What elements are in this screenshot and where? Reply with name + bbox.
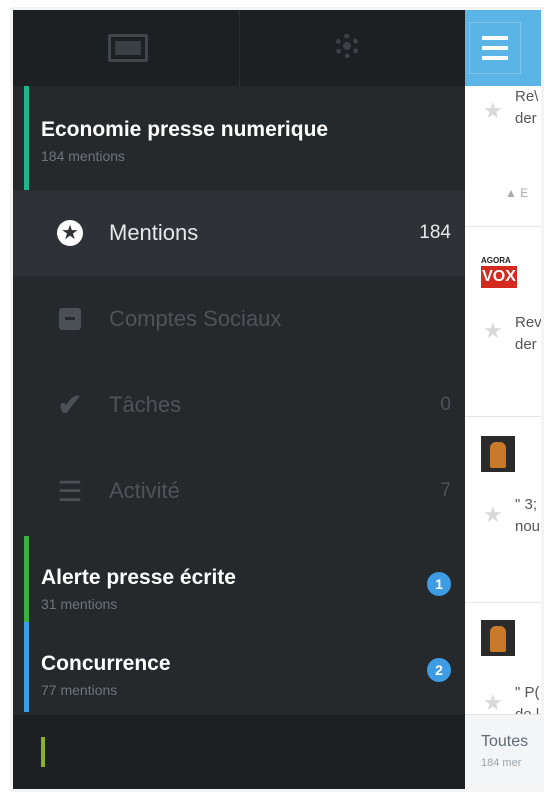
feed-item-text: Re\ — [515, 88, 539, 105]
nav-item-label: Tâches — [109, 392, 182, 417]
list-icon: ☰ — [57, 475, 83, 507]
menu-toggle-button[interactable] — [469, 22, 521, 74]
source-logo: AGORA VOX — [481, 256, 517, 290]
feed-item-text: " 3; — [515, 496, 538, 513]
feed-item-text: " P( — [515, 684, 540, 701]
feed-item-text: Rev — [515, 314, 542, 331]
footer-count: 184 mer — [481, 757, 522, 769]
checkmark-icon: ✔ — [57, 388, 83, 422]
group-mention-count: 77 mentions — [41, 682, 118, 698]
unread-badge: 2 — [427, 658, 451, 682]
star-circle-icon: ★ — [53, 216, 87, 250]
nav-item-mentions[interactable]: ★ Mentions 184 — [13, 190, 465, 276]
unread-badge: 1 — [427, 572, 451, 596]
star-icon[interactable]: ★ — [483, 318, 503, 344]
monitor-icon — [108, 34, 148, 62]
feed-item-text: nou — [515, 518, 541, 535]
group-accent-bar — [41, 737, 45, 767]
top-bar — [465, 10, 541, 86]
nav-item-count: 0 — [440, 394, 451, 415]
drawer-bottom-group[interactable] — [13, 715, 465, 789]
app-frame: Economie presse numerique 184 mentions ★… — [10, 7, 544, 792]
source-avatar — [481, 436, 515, 472]
group-title: Concurrence — [41, 652, 171, 675]
footer-title: Toutes — [481, 733, 529, 750]
star-icon[interactable]: ★ — [483, 98, 503, 124]
group-economie-presse[interactable]: Economie presse numerique 184 mentions — [13, 86, 465, 190]
feed-item-text: der — [515, 110, 537, 127]
group-alerte-presse[interactable]: Alerte presse écrite 31 mentions 1 — [13, 536, 465, 622]
logo-top-text: AGORA — [481, 256, 511, 265]
star-icon[interactable]: ★ — [483, 690, 503, 716]
feed-item[interactable]: ★ " 3; nou — [465, 416, 541, 603]
nav-item-activite[interactable]: ☰ Activité 7 — [13, 448, 465, 534]
feed-item[interactable]: ★ Re\ der ▲ E — [465, 86, 541, 227]
nav-item-comptes-sociaux[interactable]: Comptes Sociaux — [13, 276, 465, 362]
group-accent-bar — [24, 622, 29, 712]
logo-bottom-text: VOX — [481, 266, 517, 288]
group-concurrence[interactable]: Concurrence 77 mentions 2 — [13, 622, 465, 712]
group-accent-bar — [24, 86, 29, 190]
archive-box-icon — [53, 302, 87, 336]
feed-item[interactable]: ★ " P( de l — [465, 602, 541, 723]
mentions-feed: ★ Re\ der ▲ E AGORA VOX ★ Rev der ★ " 3;… — [465, 10, 542, 789]
gear-icon — [334, 34, 359, 58]
dashboard-tab[interactable] — [13, 10, 239, 86]
group-title: Economie presse numerique — [41, 118, 329, 141]
side-drawer: Economie presse numerique 184 mentions ★… — [13, 10, 465, 789]
group-accent-bar — [24, 536, 29, 622]
source-avatar — [481, 620, 515, 656]
nav-item-label: Activité — [109, 478, 180, 503]
group-title: Alerte presse écrite — [41, 566, 236, 589]
nav-item-count: 7 — [440, 480, 451, 501]
group-mention-count: 31 mentions — [41, 596, 118, 612]
feed-item[interactable]: AGORA VOX ★ Rev der — [465, 226, 542, 417]
group-mention-count: 184 mentions — [41, 148, 126, 164]
expand-caret[interactable]: ▲ E — [505, 186, 528, 200]
nav-item-label: Mentions — [109, 220, 199, 245]
feed-item-text: der — [515, 336, 537, 353]
star-icon[interactable]: ★ — [483, 502, 503, 528]
nav-item-taches[interactable]: ✔ Tâches 0 — [13, 362, 465, 448]
settings-tab[interactable] — [238, 10, 466, 86]
feed-footer[interactable]: Toutes 184 mer — [465, 714, 541, 789]
nav-item-label: Comptes Sociaux — [109, 306, 282, 331]
drawer-top-bar — [13, 10, 465, 86]
nav-item-count: 184 — [419, 222, 451, 243]
